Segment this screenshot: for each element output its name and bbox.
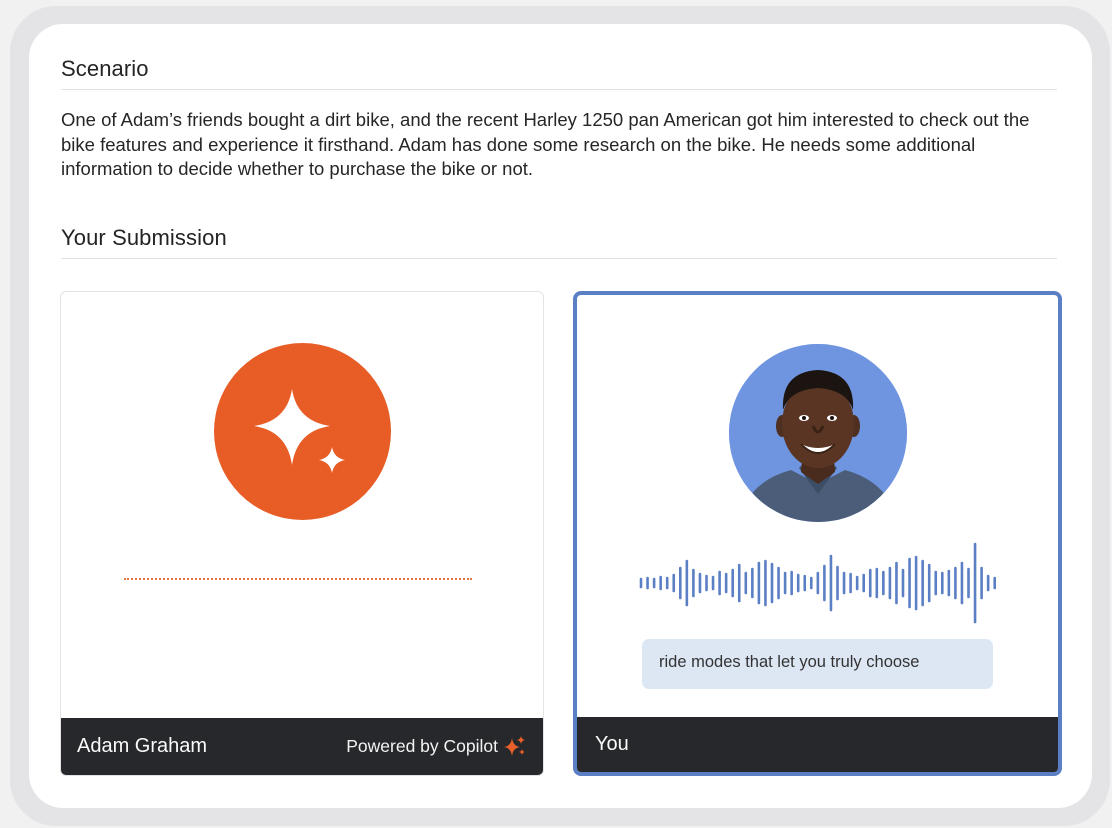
copilot-avatar xyxy=(214,343,391,520)
scenario-text: One of Adam’s friends bought a dirt bike… xyxy=(61,109,1030,179)
copilot-sparkle-icon xyxy=(504,735,525,756)
user-panel[interactable]: ride modes that let you truly choose You xyxy=(573,291,1062,776)
participant-name: Adam Graham xyxy=(77,735,208,757)
transcript-caption: ride modes that let you truly choose xyxy=(642,639,993,689)
scenario-title: Scenario xyxy=(61,56,149,81)
copilot-footer: Adam Graham Powered by Copilot xyxy=(61,718,543,775)
user-footer: You xyxy=(577,717,1058,772)
transcript-text: ride modes that let you truly choose xyxy=(659,653,920,671)
audio-progress-dots xyxy=(124,578,472,580)
copilot-panel[interactable]: Adam Graham Powered by Copilot xyxy=(60,291,544,776)
scenario-divider xyxy=(61,89,1057,90)
participant-name: You xyxy=(595,733,629,755)
user-avatar xyxy=(729,344,907,522)
powered-by-label: Powered by Copilot xyxy=(346,736,498,756)
powered-by: Powered by Copilot xyxy=(346,735,527,759)
audio-waveform xyxy=(639,542,997,624)
submission-divider xyxy=(61,258,1057,259)
submission-title: Your Submission xyxy=(61,225,227,250)
copilot-sparkle-icon xyxy=(254,389,345,473)
